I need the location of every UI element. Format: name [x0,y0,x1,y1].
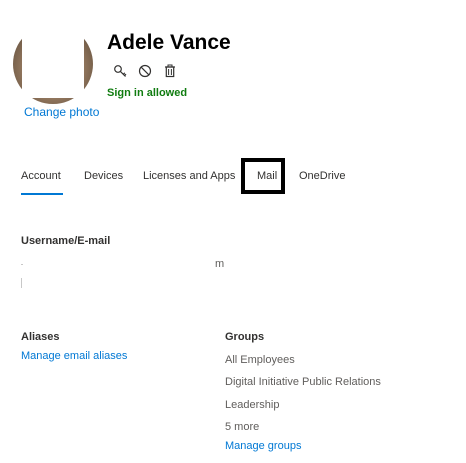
tab-active-indicator [21,193,63,195]
manage-groups-link[interactable]: Manage groups [225,440,301,452]
tab-devices[interactable]: Devices [84,170,123,182]
username-value-fragment: m [215,258,225,270]
key-icon[interactable] [112,63,127,78]
aliases-label: Aliases [21,331,60,343]
change-photo-link[interactable]: Change photo [24,105,99,119]
user-display-name: Adele Vance [107,31,231,54]
username-redacted-cursor [21,278,22,288]
block-icon[interactable] [137,63,152,78]
tab-mail-highlight-box [241,158,285,194]
manage-email-aliases-link[interactable]: Manage email aliases [21,350,127,362]
user-action-toolbar [112,63,177,78]
group-item: Leadership [225,399,280,411]
group-item: Digital Initiative Public Relations [225,376,381,388]
signin-status-text: Sign in allowed [107,87,188,99]
tab-licenses-and-apps[interactable]: Licenses and Apps [143,170,235,182]
group-item: All Employees [225,354,295,366]
user-tabs: Account Devices Licenses and Apps Mail O… [0,158,466,200]
groups-more-count: 5 more [225,421,260,433]
username-label: Username/E-mail [21,235,111,247]
trash-icon[interactable] [162,63,177,78]
avatar-redaction [22,22,84,98]
tab-account[interactable]: Account [21,170,61,182]
groups-label: Groups [225,331,265,343]
tab-onedrive[interactable]: OneDrive [299,170,345,182]
username-redacted-start [21,264,23,265]
